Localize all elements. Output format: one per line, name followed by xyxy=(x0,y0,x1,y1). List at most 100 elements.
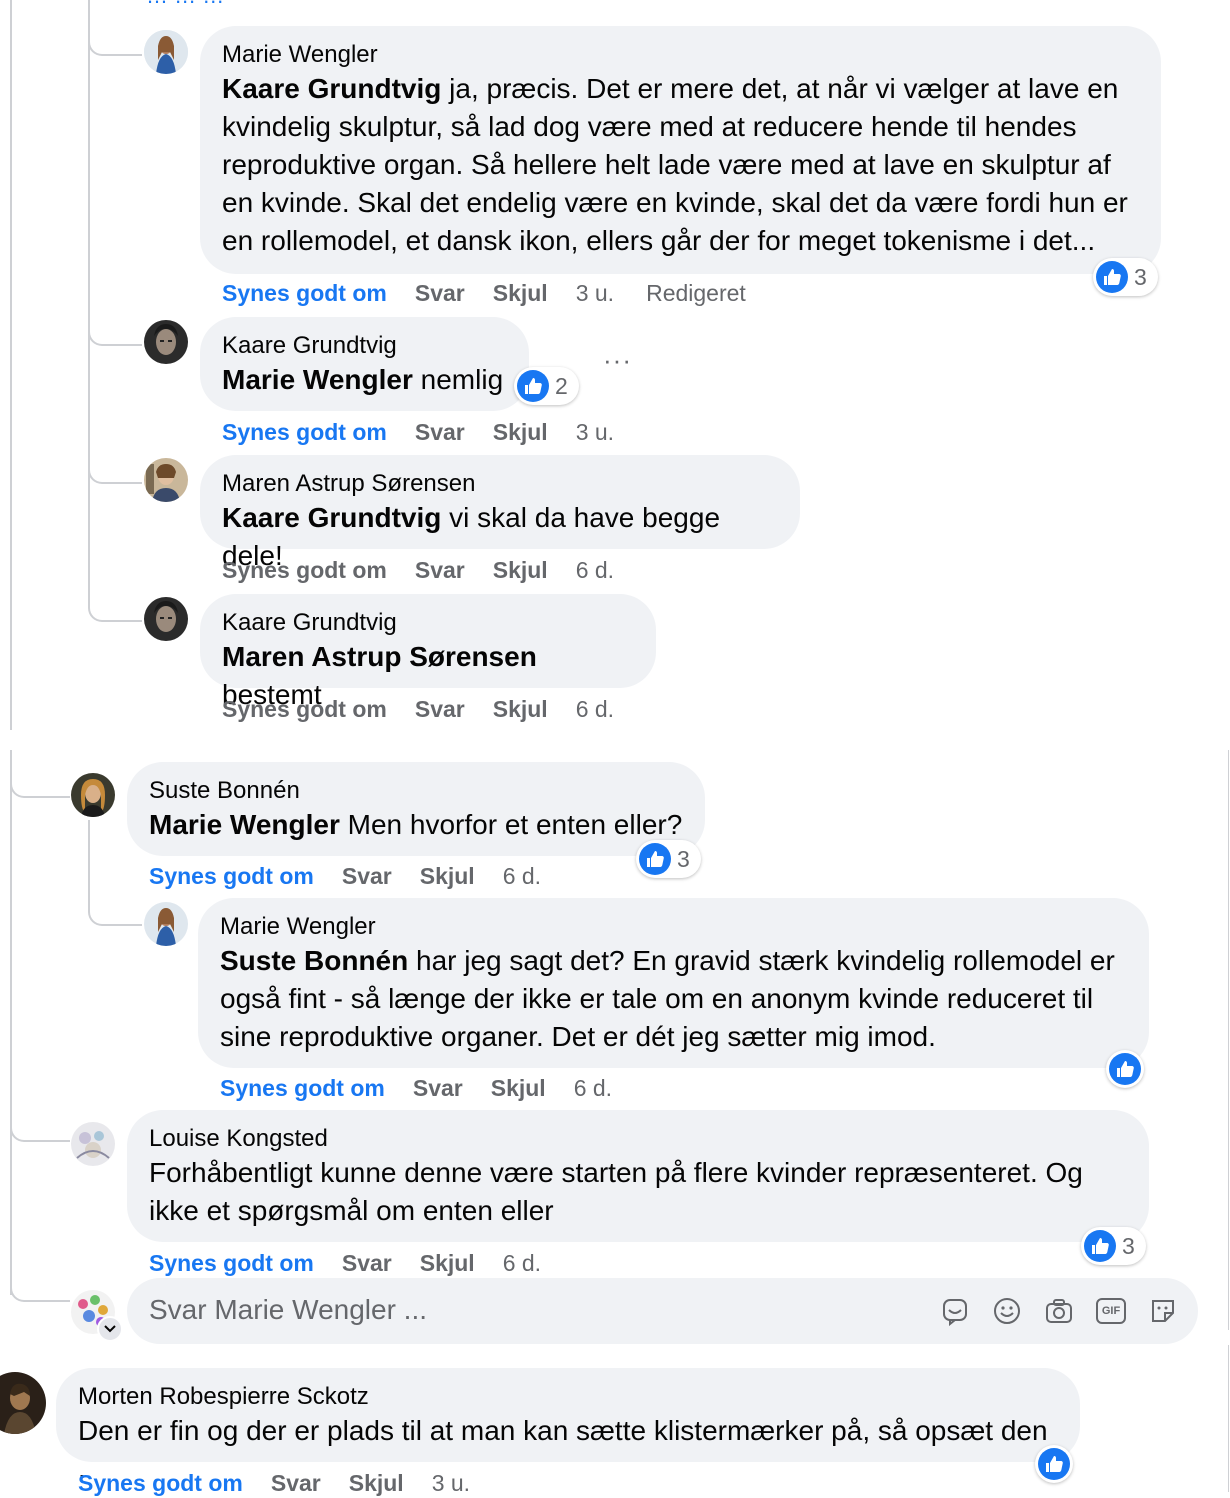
reaction-count[interactable]: 3 xyxy=(636,840,701,878)
mention-link[interactable]: Marie Wengler xyxy=(222,364,413,395)
like-reaction-icon xyxy=(1109,1053,1141,1085)
timestamp[interactable]: 3 u. xyxy=(576,417,614,447)
like-button[interactable]: Synes godt om xyxy=(149,861,314,891)
avatar-image xyxy=(71,1122,115,1166)
avatar[interactable] xyxy=(144,320,188,364)
chevron-down-icon[interactable] xyxy=(97,1316,123,1342)
reply-button[interactable]: Svar xyxy=(342,861,392,891)
hide-button[interactable]: Skjul xyxy=(420,1248,475,1278)
mention-link[interactable]: Kaare Grundtvig xyxy=(222,73,441,104)
avatar-sticker-icon[interactable] xyxy=(1148,1296,1178,1326)
avatar[interactable] xyxy=(144,458,188,502)
like-button[interactable]: Synes godt om xyxy=(222,694,387,724)
comment-author[interactable]: Marie Wengler xyxy=(222,40,1139,70)
hide-button[interactable]: Skjul xyxy=(493,694,548,724)
like-button[interactable]: Synes godt om xyxy=(222,417,387,447)
comment-text: Marie Wengler nemlig xyxy=(222,361,507,399)
like-reaction-icon xyxy=(1096,261,1128,293)
like-button[interactable]: Synes godt om xyxy=(222,278,387,308)
comment-actions: Synes godt om Svar Skjul 3 u. Redigeret xyxy=(222,278,774,308)
reply-placeholder: Svar Marie Wengler ... xyxy=(149,1294,428,1325)
comment-body: Men hvorfor et enten eller? xyxy=(339,809,683,840)
reply-button[interactable]: Svar xyxy=(413,1073,463,1103)
mention-link[interactable]: Marie Wengler xyxy=(149,809,340,840)
emoji-icon[interactable] xyxy=(992,1296,1022,1326)
mention-link[interactable]: Suste Bonnén xyxy=(220,945,408,976)
reaction-count[interactable]: 3 xyxy=(1093,258,1158,296)
timestamp[interactable]: 6 d. xyxy=(574,1073,612,1103)
timestamp[interactable]: 3 u. xyxy=(432,1468,470,1498)
comment-author[interactable]: Marie Wengler xyxy=(220,912,1127,942)
comment-author[interactable]: Louise Kongsted xyxy=(149,1124,1127,1154)
hide-button[interactable]: Skjul xyxy=(493,555,548,585)
mention-link[interactable]: Kaare Grundtvig xyxy=(222,502,441,533)
thread-line xyxy=(10,0,12,730)
thread-line xyxy=(10,750,12,1295)
reaction-count[interactable] xyxy=(1035,1445,1073,1483)
avatar[interactable] xyxy=(0,1372,46,1434)
avatar-image xyxy=(71,773,115,817)
comment-author[interactable]: Maren Astrup Sørensen xyxy=(222,469,778,499)
comment-actions: Synes godt om Svar Skjul 6 d. xyxy=(149,861,569,891)
timestamp[interactable]: 6 d. xyxy=(576,694,614,724)
like-button[interactable]: Synes godt om xyxy=(78,1468,243,1498)
reply-button[interactable]: Svar xyxy=(271,1468,321,1498)
reply-button[interactable]: Svar xyxy=(415,417,465,447)
timestamp[interactable]: 6 d. xyxy=(503,861,541,891)
avatar-image xyxy=(144,902,188,946)
comment-bubble: Kaare Grundtvig Maren Astrup Sørensen be… xyxy=(200,594,656,710)
frame-edge xyxy=(1228,750,1229,1330)
reply-button[interactable]: Svar xyxy=(415,694,465,724)
mention-link[interactable]: Maren Astrup Sørensen xyxy=(222,641,537,672)
comment-text: Marie Wengler Men hvorfor et enten eller… xyxy=(149,806,683,844)
hide-button[interactable]: Skjul xyxy=(491,1073,546,1103)
gif-icon[interactable]: GIF xyxy=(1096,1298,1126,1324)
timestamp[interactable]: 3 u. xyxy=(576,278,614,308)
like-button[interactable]: Synes godt om xyxy=(149,1248,314,1278)
comment-bubble: Marie Wengler Suste Bonnén har jeg sagt … xyxy=(198,898,1149,1068)
reply-button[interactable]: Svar xyxy=(415,278,465,308)
avatar[interactable] xyxy=(144,597,188,641)
comment-actions: Synes godt om Svar Skjul 6 d. xyxy=(222,694,642,724)
reaction-count[interactable]: 2 xyxy=(514,367,579,405)
like-button[interactable]: Synes godt om xyxy=(220,1073,385,1103)
hide-button[interactable]: Skjul xyxy=(493,278,548,308)
comment-bubble: Louise Kongsted Forhåbentligt kunne denn… xyxy=(127,1110,1149,1242)
reply-button[interactable]: Svar xyxy=(342,1248,392,1278)
cut-off-text: … … … xyxy=(146,0,446,6)
comment-actions: Synes godt om Svar Skjul 6 d. xyxy=(220,1073,640,1103)
camera-icon[interactable] xyxy=(1044,1296,1074,1326)
avatar-image xyxy=(144,597,188,641)
reply-input[interactable]: Svar Marie Wengler ... GIF xyxy=(127,1278,1198,1344)
timestamp[interactable]: 6 d. xyxy=(503,1248,541,1278)
like-reaction-icon xyxy=(517,370,549,402)
sticker-icon[interactable] xyxy=(940,1296,970,1326)
comment-actions: Synes godt om Svar Skjul 3 u. xyxy=(78,1468,498,1498)
reaction-count[interactable]: 3 xyxy=(1081,1227,1146,1265)
avatar-image xyxy=(144,458,188,502)
reaction-number: 2 xyxy=(555,372,568,399)
comment-connector xyxy=(10,1270,70,1302)
comment-author[interactable]: Suste Bonnén xyxy=(149,776,683,806)
comment-bubble: Morten Robespierre Sckotz Den er fin og … xyxy=(56,1368,1080,1484)
comment-author[interactable]: Kaare Grundtvig xyxy=(222,608,634,638)
reaction-count[interactable] xyxy=(1106,1050,1144,1088)
comment-author[interactable]: Kaare Grundtvig xyxy=(222,331,507,361)
avatar[interactable] xyxy=(71,1122,115,1166)
edited-label[interactable]: Redigeret xyxy=(646,278,746,308)
avatar[interactable] xyxy=(144,902,188,946)
hide-button[interactable]: Skjul xyxy=(420,861,475,891)
comment-author[interactable]: Morten Robespierre Sckotz xyxy=(78,1382,1058,1412)
timestamp[interactable]: 6 d. xyxy=(576,555,614,585)
comment-connector xyxy=(10,1110,70,1142)
reply-button[interactable]: Svar xyxy=(415,555,465,585)
comment-connector xyxy=(10,766,70,798)
hide-button[interactable]: Skjul xyxy=(349,1468,404,1498)
hide-button[interactable]: Skjul xyxy=(493,417,548,447)
avatar[interactable] xyxy=(144,30,188,74)
comment-text: Forhåbentligt kunne denne være starten p… xyxy=(149,1157,1083,1226)
more-options-icon[interactable]: ··· xyxy=(603,345,632,376)
like-button[interactable]: Synes godt om xyxy=(222,555,387,585)
avatar-image xyxy=(0,1372,46,1434)
avatar[interactable] xyxy=(71,773,115,817)
